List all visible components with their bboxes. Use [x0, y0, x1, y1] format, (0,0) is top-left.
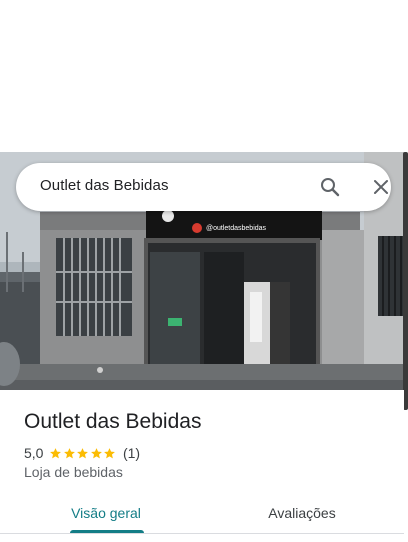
search-icon[interactable] — [318, 175, 342, 199]
rating-stars — [49, 447, 117, 460]
search-bar[interactable]: Outlet das Bebidas — [16, 163, 391, 211]
blank-top-area — [0, 0, 408, 152]
close-icon[interactable] — [369, 175, 393, 199]
place-category[interactable]: Loja de bebidas — [24, 464, 123, 480]
tab-overview-label: Visão geral — [71, 505, 141, 521]
tab-reviews[interactable]: Avaliações — [255, 496, 349, 536]
star-icon — [91, 447, 102, 458]
place-details-panel: Outlet das Bebidas 5,0 (1) Loja de bebid… — [0, 390, 404, 542]
star-icon — [50, 447, 62, 458]
star-icon — [104, 447, 116, 458]
rating-value: 5,0 — [24, 445, 44, 461]
tabs-divider — [0, 533, 404, 534]
rating-row[interactable]: 5,0 (1) — [24, 444, 140, 462]
place-title: Outlet das Bebidas — [24, 410, 202, 433]
tab-reviews-label: Avaliações — [268, 505, 336, 521]
scrollbar[interactable] — [403, 152, 408, 410]
search-input[interactable]: Outlet das Bebidas — [40, 177, 169, 194]
storefront-sign-text: @outletdasbebidas — [206, 225, 267, 232]
review-count[interactable]: (1) — [123, 445, 140, 461]
place-tabs: Visão geral Avaliações — [0, 496, 404, 536]
star-icon — [77, 447, 89, 458]
star-icon — [64, 447, 75, 458]
